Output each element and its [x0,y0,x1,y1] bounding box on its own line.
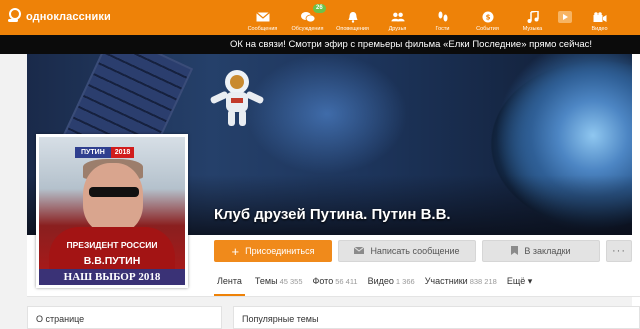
discussions-badge: 26 [313,4,326,13]
main-nav: Сообщения 26 Обсуждения Оповещения Друзь… [240,0,622,35]
write-message-button[interactable]: Написать сообщение [338,240,476,262]
tab-photos[interactable]: Фото 56 411 [313,272,358,296]
ok-logo-icon [6,8,22,26]
join-label: Присоединиться [245,246,315,256]
avatar-tag-name: ПУТИН [75,147,111,158]
astronaut-graphic [210,70,264,126]
nav-label: Видео [591,26,608,32]
nav-label: События [476,26,499,32]
popular-topics-title: Популярные темы [242,314,319,324]
tab-count: 838 218 [469,277,497,286]
music-note-icon [526,11,540,23]
bookmark-label: В закладки [524,246,571,256]
chat-bubbles-icon [300,11,315,23]
nav-events[interactable]: $ События [465,0,510,35]
svg-text:$: $ [485,14,490,22]
avatar-tag-year: 2018 [110,147,135,158]
plus-icon: + [231,243,240,259]
join-button[interactable]: + Присоединиться [214,240,332,262]
about-page-panel: О странице [27,306,222,329]
group-title: Клуб друзей Путина. Путин В.В. [214,206,451,223]
tab-members[interactable]: Участники 838 218 [425,272,497,296]
page-edge [632,54,640,329]
bookmark-button[interactable]: В закладки [482,240,600,262]
envelope-icon [354,246,365,256]
top-navigation-bar: одноклассники Сообщения 26 Обсуждения Оп… [0,0,640,35]
avatar-caption-1: ПРЕЗИДЕНТ РОССИИ [66,240,158,250]
tab-count: 45 355 [279,277,303,286]
tab-label: Темы [254,276,278,286]
site-logo[interactable]: одноклассники [6,8,111,26]
popular-topics-panel: Популярные темы [233,306,640,329]
nav-label: Оповещения [336,26,369,32]
tab-label: Участники [424,276,468,286]
tab-more[interactable]: Ещё ▾ [507,272,532,296]
logo-text: одноклассники [26,11,111,23]
play-video-icon[interactable] [558,11,572,23]
nav-label: Обсуждения [291,26,324,32]
tabs-divider [27,296,640,297]
group-tabs: Лента Темы 45 355 Фото 56 411 Видео 1 366 У… [214,272,542,296]
group-avatar[interactable]: ПУТИН 2018 ПРЕЗИДЕНТ РОССИИ В.В.ПУТИН НА… [36,134,188,288]
avatar-face [83,163,143,233]
more-options-button[interactable]: ··· [606,240,632,262]
tab-count: 1 366 [395,277,415,286]
tab-label: Видео [367,276,394,286]
announcement-banner[interactable]: ОК на связи! Смотри эфир с премьеры филь… [0,35,640,54]
about-page-title: О странице [36,314,85,324]
nav-friends[interactable]: Друзья [375,0,420,35]
avatar-sunglasses [89,187,139,197]
avatar-caption-3: НАШ ВЫБОР 2018 [39,269,185,285]
write-message-label: Написать сообщение [370,246,460,256]
nav-video[interactable]: Видео [577,0,622,35]
nav-messages[interactable]: Сообщения [240,0,285,35]
nav-notifications[interactable]: Оповещения [330,0,375,35]
nav-label: Сообщения [247,26,278,32]
group-actions: + Присоединиться Написать сообщение В за… [214,240,632,262]
bell-icon [346,11,360,23]
tab-videos[interactable]: Видео 1 366 [368,272,415,296]
tab-label: Лента [217,276,242,286]
avatar-tag: ПУТИН 2018 [75,147,135,158]
nav-label: Гости [435,26,450,32]
envelope-icon [255,11,270,23]
video-camera-icon [593,11,607,23]
bookmark-icon [511,245,519,257]
tab-label: Ещё ▾ [506,276,533,286]
tab-label: Фото [312,276,334,286]
tab-feed[interactable]: Лента [214,272,245,296]
friends-icon [390,11,405,23]
footprints-icon [436,11,450,23]
nav-guests[interactable]: Гости [420,0,465,35]
nav-music[interactable]: Музыка [510,0,555,35]
events-icon: $ [481,11,495,23]
tab-count: 56 411 [335,277,358,286]
avatar-image: ПУТИН 2018 ПРЕЗИДЕНТ РОССИИ В.В.ПУТИН НА… [39,137,185,285]
tab-topics[interactable]: Темы 45 355 [255,272,303,296]
nav-label: Музыка [522,26,543,32]
nav-discussions[interactable]: 26 Обсуждения [285,0,330,35]
nav-label: Друзья [388,26,407,32]
avatar-caption-2: В.В.ПУТИН [83,255,141,267]
